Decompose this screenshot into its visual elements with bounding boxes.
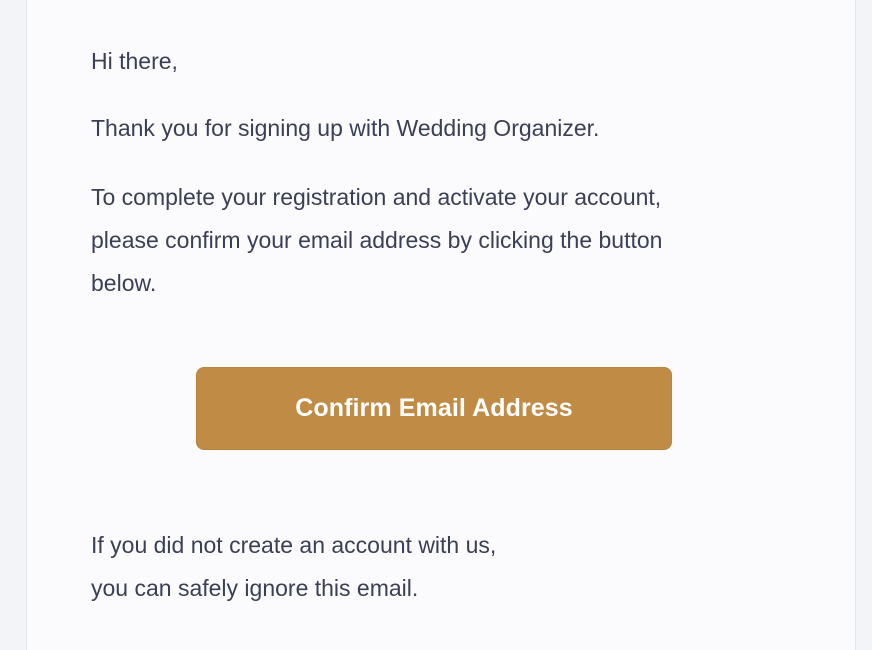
instruction-line-1: To complete your registration and activa… bbox=[91, 184, 662, 210]
confirm-email-button[interactable]: Confirm Email Address bbox=[196, 367, 672, 450]
email-viewer: Hi there, Thank you for signing up with … bbox=[0, 0, 872, 650]
email-instructions: To complete your registration and activa… bbox=[91, 176, 662, 305]
instruction-line-2: please confirm your email address by cli… bbox=[91, 227, 663, 253]
email-footer-note: If you did not create an account with us… bbox=[91, 524, 496, 610]
email-greeting: Hi there, bbox=[91, 48, 178, 74]
instruction-line-3: below. bbox=[91, 270, 157, 296]
footer-line-2: you can safely ignore this email. bbox=[91, 575, 419, 601]
email-body: Hi there, Thank you for signing up with … bbox=[26, 0, 856, 650]
email-thanks-line: Thank you for signing up with Wedding Or… bbox=[91, 115, 600, 141]
footer-line-1: If you did not create an account with us… bbox=[91, 532, 497, 558]
